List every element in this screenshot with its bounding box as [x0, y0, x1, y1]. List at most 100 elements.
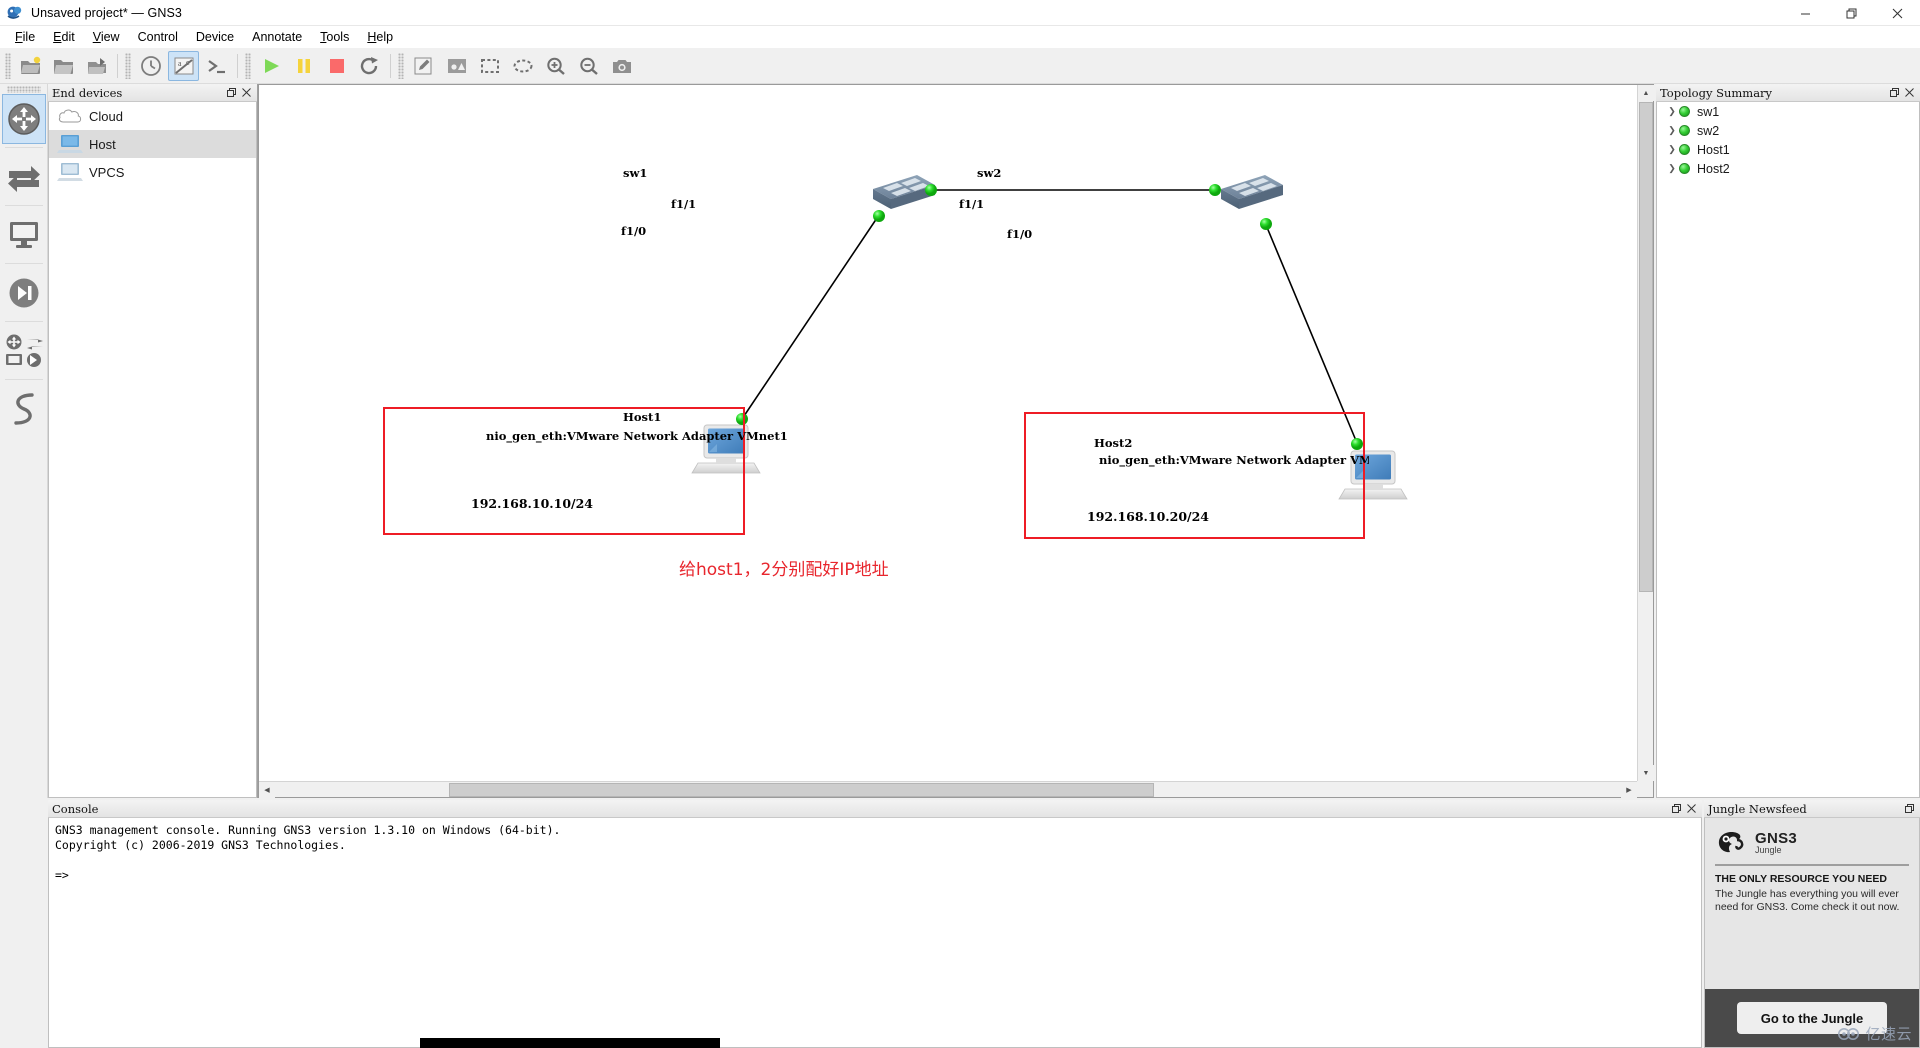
- toolbar-grip[interactable]: [5, 52, 11, 79]
- console-panel: Console GNS3 management console. Running…: [48, 800, 1702, 1048]
- horizontal-scroll-thumb[interactable]: [449, 783, 1154, 797]
- end-devices-float-button[interactable]: [225, 86, 238, 99]
- show-node-names-icon[interactable]: a c: [168, 50, 199, 81]
- all-devices-icon: [5, 334, 43, 367]
- console-prompt: =>: [55, 868, 69, 882]
- menu-device[interactable]: Device: [187, 28, 243, 46]
- console-all-icon[interactable]: [201, 51, 232, 81]
- add-link-button[interactable]: [2, 384, 46, 434]
- annotate-icon[interactable]: [408, 51, 439, 81]
- annotation-note-text[interactable]: 给host1，2分别配好IP地址: [679, 555, 889, 580]
- snapshot-clock-icon[interactable]: [135, 51, 166, 81]
- taskbar-stub: [420, 1038, 720, 1048]
- minimize-button[interactable]: [1782, 0, 1828, 26]
- topology-canvas[interactable]: Host1 nio_gen_eth:VMware Network Adapter…: [259, 85, 1637, 781]
- scroll-down-arrow[interactable]: ▼: [1638, 765, 1654, 781]
- end-devices-category-button[interactable]: [2, 210, 46, 260]
- chevron-right-icon[interactable]: ❯: [1665, 106, 1679, 117]
- jungle-logo-primary: GNS3: [1755, 830, 1798, 847]
- canvas-horizontal-scrollbar[interactable]: ◀ ▶: [259, 781, 1637, 798]
- restore-button[interactable]: [1828, 0, 1874, 26]
- menu-bar: File Edit View Control Device Annotate T…: [0, 26, 1920, 48]
- insert-image-icon[interactable]: [441, 51, 472, 81]
- console-close-button[interactable]: [1685, 802, 1698, 815]
- close-button[interactable]: [1874, 0, 1920, 26]
- draw-rectangle-icon[interactable]: [474, 51, 505, 81]
- menu-view[interactable]: View: [84, 28, 129, 46]
- chevron-right-icon[interactable]: ❯: [1665, 144, 1679, 155]
- menu-help[interactable]: Help: [358, 28, 402, 46]
- toolbar-grip-2[interactable]: [125, 52, 131, 79]
- menu-edit[interactable]: Edit: [44, 28, 84, 46]
- console-title-bar: Console: [48, 800, 1702, 818]
- stop-all-icon[interactable]: [321, 51, 352, 81]
- routers-category-button[interactable]: [1, 94, 46, 144]
- all-devices-category-button[interactable]: [2, 326, 46, 376]
- switches-category-button[interactable]: [2, 152, 46, 202]
- menu-control[interactable]: Control: [129, 28, 187, 46]
- device-bar-sep-3: [4, 263, 43, 264]
- end-device-item-vpcs[interactable]: VPCS: [49, 158, 256, 186]
- toolbar-grip-4[interactable]: [398, 52, 404, 79]
- menu-annotate[interactable]: Annotate: [243, 28, 311, 46]
- end-devices-list: Cloud Host VPCS: [48, 102, 257, 798]
- end-devices-title: End devices: [52, 85, 123, 100]
- status-led: [1679, 163, 1690, 174]
- screenshot-icon[interactable]: [606, 51, 637, 81]
- topology-node-label-host1: Host1: [1697, 142, 1730, 157]
- end-device-item-host[interactable]: Host: [49, 130, 256, 158]
- jungle-float-button[interactable]: [1903, 802, 1916, 815]
- reload-all-icon[interactable]: [354, 51, 385, 81]
- open-project-icon[interactable]: [48, 51, 79, 81]
- adapter-label-host1: nio_gen_eth:VMware Network Adapter VMnet…: [486, 429, 788, 443]
- console-float-button[interactable]: [1670, 802, 1683, 815]
- link-cable-icon: [13, 393, 34, 425]
- node-label-sw1: sw1: [623, 166, 648, 180]
- start-all-icon[interactable]: [255, 51, 286, 81]
- monitor-icon: [9, 222, 38, 248]
- end-device-item-cloud[interactable]: Cloud: [49, 102, 256, 130]
- draw-ellipse-icon[interactable]: [507, 51, 538, 81]
- suspend-all-icon[interactable]: [288, 51, 319, 81]
- topology-node-row-sw1[interactable]: ❯ sw1: [1657, 102, 1919, 121]
- device-bar-sep-2: [4, 205, 43, 206]
- adapter-label-host2: nio_gen_eth:VMware Network Adapter VM: [1099, 453, 1372, 467]
- jungle-title: Jungle Newsfeed: [1708, 801, 1807, 816]
- end-device-label-cloud: Cloud: [89, 108, 123, 124]
- chameleon-logo-icon: [1718, 831, 1744, 853]
- jungle-inner: GNS3 Jungle THE ONLY RESOURCE YOU NEED T…: [1705, 818, 1919, 914]
- jungle-headline: THE ONLY RESOURCE YOU NEED: [1715, 873, 1887, 885]
- save-project-icon[interactable]: [81, 51, 112, 81]
- toolbar-separator-2: [237, 53, 238, 78]
- new-project-icon[interactable]: [15, 51, 46, 81]
- chevron-right-icon[interactable]: ❯: [1665, 125, 1679, 136]
- toolbar-grip-3[interactable]: [245, 52, 251, 79]
- chevron-right-icon[interactable]: ❯: [1665, 163, 1679, 174]
- menu-file[interactable]: File: [6, 28, 44, 46]
- scroll-right-arrow[interactable]: ▶: [1621, 782, 1637, 798]
- status-led: [1679, 144, 1690, 155]
- device-bar-sep-1: [4, 147, 43, 148]
- window-title: Unsaved project* — GNS3: [31, 5, 182, 20]
- vertical-scroll-thumb[interactable]: [1639, 102, 1653, 592]
- scroll-up-arrow[interactable]: ▲: [1638, 85, 1654, 101]
- topology-node-row-host1[interactable]: ❯ Host1: [1657, 140, 1919, 159]
- jungle-logo: GNS3 Jungle: [1715, 828, 1909, 858]
- node-label-host1: Host1: [623, 410, 662, 424]
- main-toolbar: a c: [0, 48, 1920, 84]
- scroll-left-arrow[interactable]: ◀: [259, 782, 275, 798]
- topology-node-row-sw2[interactable]: ❯ sw2: [1657, 121, 1919, 140]
- annotation-rectangle-host1[interactable]: [383, 407, 745, 535]
- console-output-area[interactable]: GNS3 management console. Running GNS3 ve…: [48, 818, 1702, 1048]
- topology-node-row-host2[interactable]: ❯ Host2: [1657, 159, 1919, 178]
- menu-tools[interactable]: Tools: [311, 28, 358, 46]
- canvas-vertical-scrollbar[interactable]: ▲ ▼: [1637, 85, 1654, 781]
- device-bar-grip[interactable]: [6, 86, 41, 93]
- switch-arrows-icon: [7, 166, 40, 192]
- topology-summary-float-button[interactable]: [1888, 86, 1901, 99]
- topology-summary-close-button[interactable]: [1903, 86, 1916, 99]
- security-devices-category-button[interactable]: [2, 268, 46, 318]
- zoom-out-icon[interactable]: [573, 51, 604, 81]
- zoom-in-icon[interactable]: [540, 51, 571, 81]
- end-devices-close-button[interactable]: [240, 86, 253, 99]
